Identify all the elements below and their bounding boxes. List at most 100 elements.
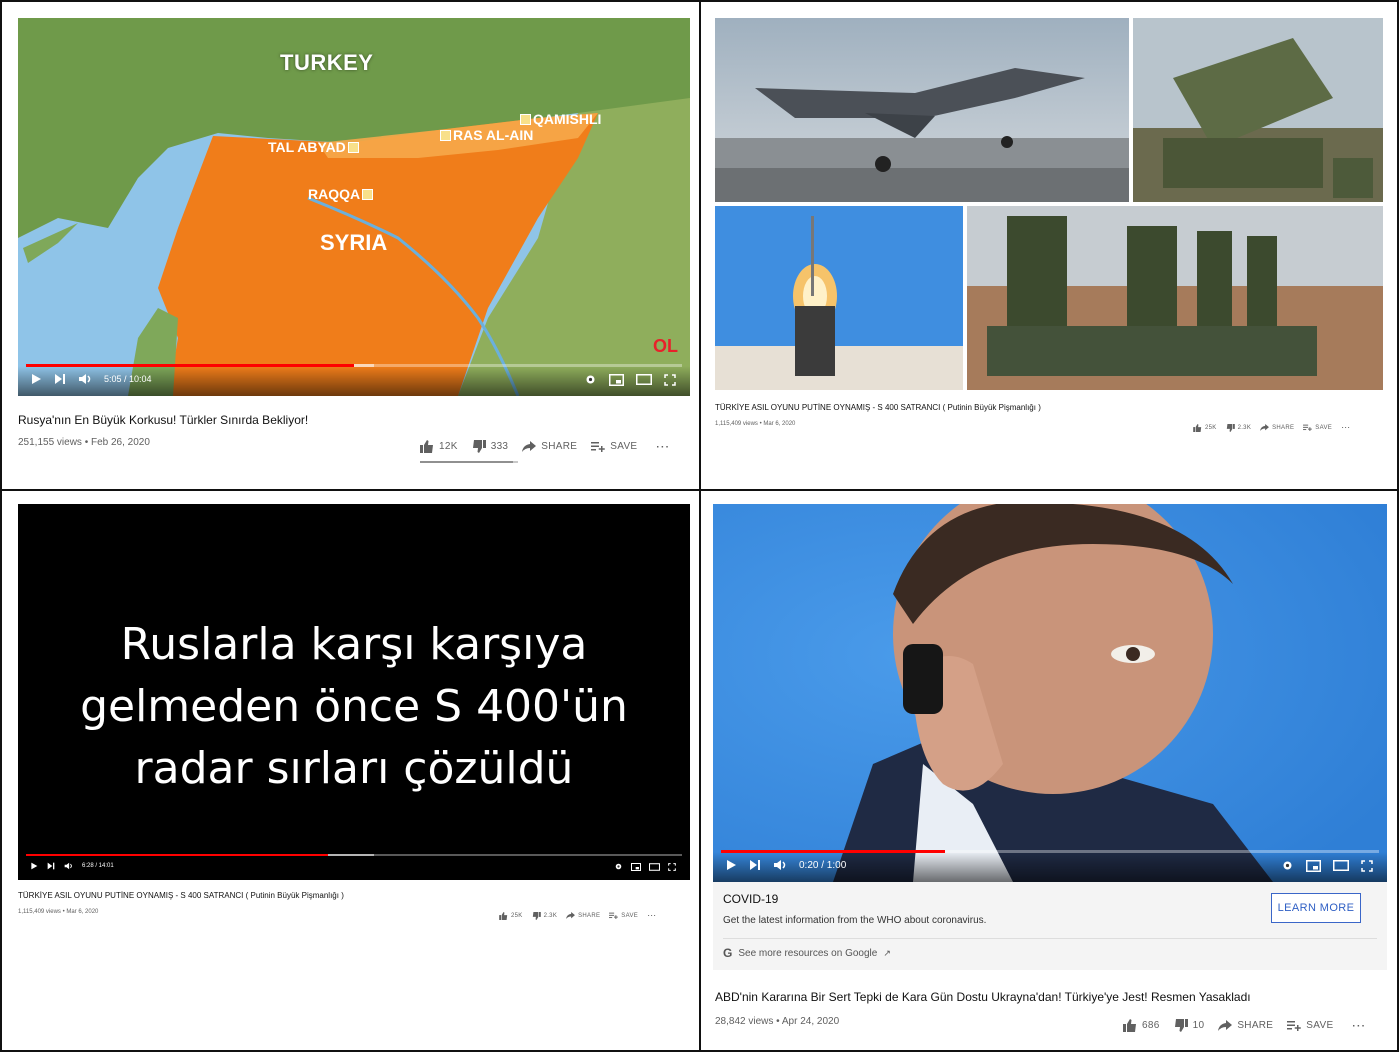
share-label: SHARE xyxy=(1237,1020,1274,1031)
more-options-icon[interactable]: ⋯ xyxy=(655,438,669,455)
theater-mode-icon[interactable] xyxy=(1333,860,1349,871)
map-label-ras-al-ain-text: RAS AL-AIN xyxy=(453,127,534,143)
share-button[interactable]: SHARE xyxy=(566,912,600,919)
progress-fill xyxy=(26,364,354,367)
save-button[interactable]: SAVE xyxy=(609,912,638,919)
progress-bar[interactable] xyxy=(721,850,1379,853)
player-controls: 0:20 / 1:00 xyxy=(713,850,1387,882)
video-meta: 1,115,409 views • Mar 6, 2020 xyxy=(715,421,796,427)
play-icon[interactable] xyxy=(30,373,42,385)
action-bar: 25K 2.3K SHARE SAVE ⋯ xyxy=(1193,422,1350,433)
save-label: SAVE xyxy=(621,912,639,919)
like-button[interactable]: 25K xyxy=(1193,423,1217,432)
miniplayer-icon[interactable] xyxy=(1306,859,1321,872)
settings-gear-icon[interactable] xyxy=(1281,859,1294,872)
next-icon[interactable] xyxy=(47,862,55,870)
share-button[interactable]: SHARE xyxy=(1260,424,1294,431)
player-controls: 6:28 / 14:01 xyxy=(18,854,690,880)
share-arrow-icon xyxy=(1218,1020,1233,1031)
video-player[interactable]: Ruslarla karşı karşıya gelmeden önce S 4… xyxy=(18,504,690,880)
fullscreen-icon[interactable] xyxy=(668,862,676,871)
progress-bar[interactable] xyxy=(26,364,682,367)
volume-icon[interactable] xyxy=(773,859,787,871)
overlay-line-3: radar sırları çözüldü xyxy=(134,743,574,794)
miniplayer-icon[interactable] xyxy=(609,373,624,386)
dislike-button[interactable]: 2.3K xyxy=(1226,423,1252,432)
more-options-icon[interactable]: ⋯ xyxy=(1351,1017,1365,1034)
google-g-icon: G xyxy=(723,946,733,960)
next-icon[interactable] xyxy=(54,373,66,385)
play-icon[interactable] xyxy=(30,862,38,870)
more-options-icon[interactable]: ⋯ xyxy=(1341,422,1350,433)
share-button[interactable]: SHARE xyxy=(1218,1020,1273,1031)
like-button[interactable]: 25K xyxy=(499,911,523,920)
video-overlay-text: Ruslarla karşı karşıya gelmeden önce S 4… xyxy=(18,614,690,800)
share-label: SHARE xyxy=(578,912,601,919)
video-meta: 28,842 views • Apr 24, 2020 xyxy=(715,1016,840,1027)
settings-gear-icon[interactable] xyxy=(584,373,597,386)
map-label-tal-abyad-text: TAL ABYAD xyxy=(268,139,346,155)
settings-gear-icon[interactable] xyxy=(614,862,623,871)
dislike-button[interactable]: 2.3K xyxy=(532,911,558,920)
video-player[interactable]: 0:20 / 1:00 xyxy=(713,504,1387,882)
save-button[interactable]: SAVE xyxy=(1303,424,1332,431)
theater-mode-icon[interactable] xyxy=(636,374,652,385)
fullscreen-icon[interactable] xyxy=(1361,859,1373,872)
patriot-battery-image xyxy=(1133,18,1383,202)
dislike-button[interactable]: 333 xyxy=(472,440,509,453)
volume-icon[interactable] xyxy=(64,862,73,870)
progress-fill xyxy=(26,854,328,856)
save-label: SAVE xyxy=(610,441,638,452)
save-label: SAVE xyxy=(1315,424,1333,431)
map-label-raqqa-text: RAQQA xyxy=(308,186,361,202)
video-frame-portrait xyxy=(713,504,1387,882)
video-title: TÜRKİYE ASIL OYUNU PUTİNE OYNAMIŞ - S 40… xyxy=(18,891,344,900)
like-count: 686 xyxy=(1142,1020,1160,1031)
learn-more-button[interactable]: LEARN MORE xyxy=(1271,893,1361,923)
panel-top-right: TÜRKİYE ASIL OYUNU PUTİNE OYNAMIŞ - S 40… xyxy=(701,2,1397,489)
dislike-count: 333 xyxy=(490,441,509,452)
map-label-qamishli-text: QAMISHLI xyxy=(533,111,602,127)
channel-watermark: OL xyxy=(653,336,678,356)
overlay-line-1: Ruslarla karşı karşıya xyxy=(120,619,588,670)
thumbs-up-icon xyxy=(1123,1019,1137,1032)
save-button[interactable]: SAVE xyxy=(591,441,637,452)
like-button[interactable]: 686 xyxy=(1123,1019,1160,1032)
thumbs-down-icon xyxy=(532,911,541,920)
video-player[interactable]: TURKEY TAL ABYAD RAS AL-AIN QAMISHLI RAQ… xyxy=(18,18,690,396)
thumbs-up-icon xyxy=(1193,423,1202,432)
play-icon[interactable] xyxy=(725,859,737,871)
next-icon[interactable] xyxy=(749,859,761,871)
action-bar: 12K 333 SHARE SAVE ⋯ xyxy=(420,438,669,455)
dislike-button[interactable]: 10 xyxy=(1174,1019,1205,1032)
more-options-icon[interactable]: ⋯ xyxy=(647,910,656,921)
progress-fill xyxy=(721,850,945,853)
like-count: 25K xyxy=(1205,424,1217,431)
share-arrow-icon xyxy=(522,441,537,452)
city-marker-icon xyxy=(347,141,359,153)
panel-bottom-left: Ruslarla karşı karşıya gelmeden önce S 4… xyxy=(2,491,699,1050)
thumbs-up-icon xyxy=(499,911,508,920)
progress-bar[interactable] xyxy=(26,854,682,856)
map-label-qamishli: QAMISHLI xyxy=(520,111,601,127)
fullscreen-icon[interactable] xyxy=(664,373,676,386)
fighter-jet-image xyxy=(715,18,1129,202)
overlay-line-2: gelmeden önce S 400'ün xyxy=(80,681,628,732)
video-thumbnail-collage[interactable] xyxy=(715,18,1383,390)
city-marker-icon xyxy=(520,113,531,125)
like-count: 25K xyxy=(511,912,523,919)
volume-icon[interactable] xyxy=(78,373,92,385)
theater-mode-icon[interactable] xyxy=(649,862,660,871)
player-time: 0:20 / 1:00 xyxy=(799,859,847,871)
thumbs-up-icon xyxy=(420,440,434,453)
like-count: 12K xyxy=(439,441,458,452)
google-resources-link[interactable]: G See more resources on Google ↗ xyxy=(723,946,891,960)
share-button[interactable]: SHARE xyxy=(522,441,577,452)
playlist-add-icon xyxy=(1287,1020,1302,1031)
share-label: SHARE xyxy=(1272,424,1295,431)
save-button[interactable]: SAVE xyxy=(1287,1020,1333,1031)
like-ratio-bar xyxy=(420,461,518,463)
like-button[interactable]: 12K xyxy=(420,440,458,453)
miniplayer-icon[interactable] xyxy=(631,862,641,871)
video-title: Rusya'nın En Büyük Korkusu! Türkler Sını… xyxy=(18,413,309,427)
